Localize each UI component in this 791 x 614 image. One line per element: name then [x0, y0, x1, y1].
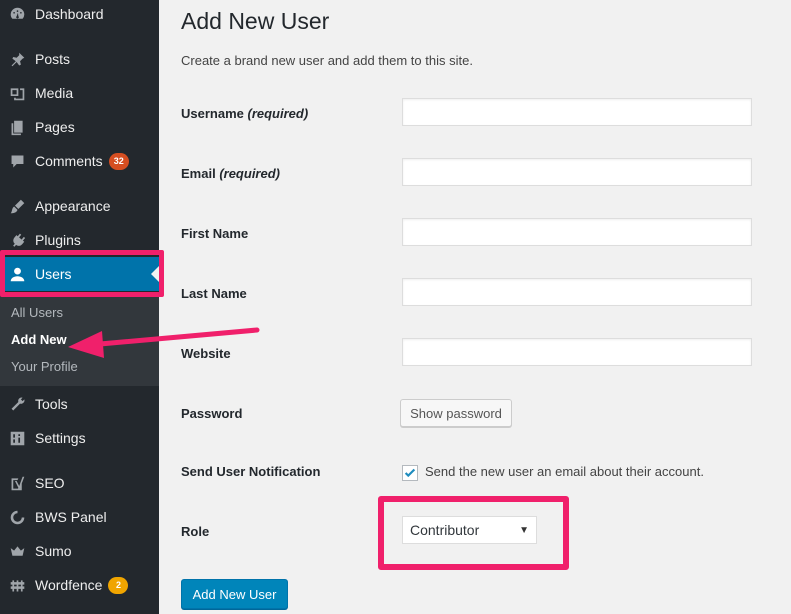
role-highlight-box	[378, 496, 569, 570]
admin-sidebar: Dashboard Posts Media Pages Comments 32 …	[0, 0, 159, 614]
sidebar-item-seo[interactable]: SEO	[0, 466, 159, 500]
users-highlight-box	[0, 250, 164, 297]
wrench-icon	[8, 395, 26, 413]
username-label-text: Username	[181, 106, 244, 121]
email-field[interactable]	[402, 158, 752, 186]
sidebar-item-appearance[interactable]: Appearance	[0, 189, 159, 223]
sidebar-item-tools[interactable]: Tools	[0, 387, 159, 421]
add-new-user-button[interactable]: Add New User	[181, 579, 288, 609]
submenu-add-new[interactable]: Add New	[11, 332, 67, 347]
sidebar-item-label: Media	[35, 85, 74, 101]
notification-checkbox-label[interactable]: Send the new user an email about their a…	[425, 464, 704, 479]
notification-checkbox[interactable]	[402, 465, 418, 481]
sliders-icon	[8, 429, 26, 447]
sidebar-item-label: SEO	[35, 475, 65, 491]
email-label: Email (required)	[181, 166, 280, 181]
sidebar-item-media[interactable]: Media	[0, 76, 159, 110]
password-label: Password	[181, 406, 243, 421]
yoast-icon	[8, 474, 26, 492]
role-label: Role	[181, 524, 210, 539]
sidebar-item-sumo[interactable]: Sumo	[0, 534, 159, 568]
first-name-field[interactable]	[402, 218, 752, 246]
plug-icon	[8, 231, 26, 249]
wordfence-icon	[8, 576, 26, 594]
last-name-field[interactable]	[402, 278, 752, 306]
email-label-text: Email	[181, 166, 216, 181]
pin-icon	[8, 50, 26, 68]
sidebar-item-label: Plugins	[35, 232, 81, 248]
dashboard-icon	[8, 5, 26, 23]
website-field[interactable]	[402, 338, 752, 366]
pointer-arrow-icon	[68, 327, 260, 358]
sidebar-item-comments[interactable]: Comments 32	[0, 144, 159, 178]
pages-icon	[8, 118, 26, 136]
sidebar-item-posts[interactable]: Posts	[0, 42, 159, 76]
sidebar-item-bws-panel[interactable]: BWS Panel	[0, 500, 159, 534]
sidebar-item-pages[interactable]: Pages	[0, 110, 159, 144]
sidebar-item-label: Settings	[35, 430, 86, 446]
sidebar-item-dashboard[interactable]: Dashboard	[0, 0, 159, 31]
notification-label: Send User Notification	[181, 464, 321, 479]
checkmark-icon	[404, 468, 416, 478]
crown-icon	[8, 542, 26, 560]
wordfence-count-badge: 2	[108, 576, 129, 594]
username-field[interactable]	[402, 98, 752, 126]
sidebar-item-label: Comments	[35, 153, 103, 169]
sidebar-item-label: Appearance	[35, 198, 111, 214]
show-password-button[interactable]: Show password	[400, 399, 512, 427]
sidebar-item-label: Dashboard	[35, 6, 104, 22]
required-marker: (required)	[247, 106, 309, 121]
username-label: Username (required)	[181, 106, 308, 121]
sidebar-item-label: Wordfence	[35, 577, 103, 593]
required-marker: (required)	[219, 166, 280, 181]
media-icon	[8, 84, 26, 102]
sidebar-item-wordfence[interactable]: Wordfence 2	[0, 568, 159, 602]
submenu-all-users[interactable]: All Users	[11, 305, 63, 320]
page-title: Add New User	[181, 8, 330, 34]
comment-icon	[8, 152, 26, 170]
bws-icon	[8, 508, 26, 526]
sidebar-item-settings[interactable]: Settings	[0, 421, 159, 455]
sidebar-item-label: Tools	[35, 396, 68, 412]
sidebar-item-label: Sumo	[35, 543, 72, 559]
first-name-label: First Name	[181, 226, 249, 241]
brush-icon	[8, 197, 26, 215]
sidebar-item-label: BWS Panel	[35, 509, 107, 525]
page-description: Create a brand new user and add them to …	[181, 53, 473, 68]
comments-count-badge: 32	[108, 152, 129, 170]
sidebar-item-label: Posts	[35, 51, 71, 67]
sidebar-item-label: Pages	[35, 119, 75, 135]
last-name-label: Last Name	[181, 286, 247, 301]
